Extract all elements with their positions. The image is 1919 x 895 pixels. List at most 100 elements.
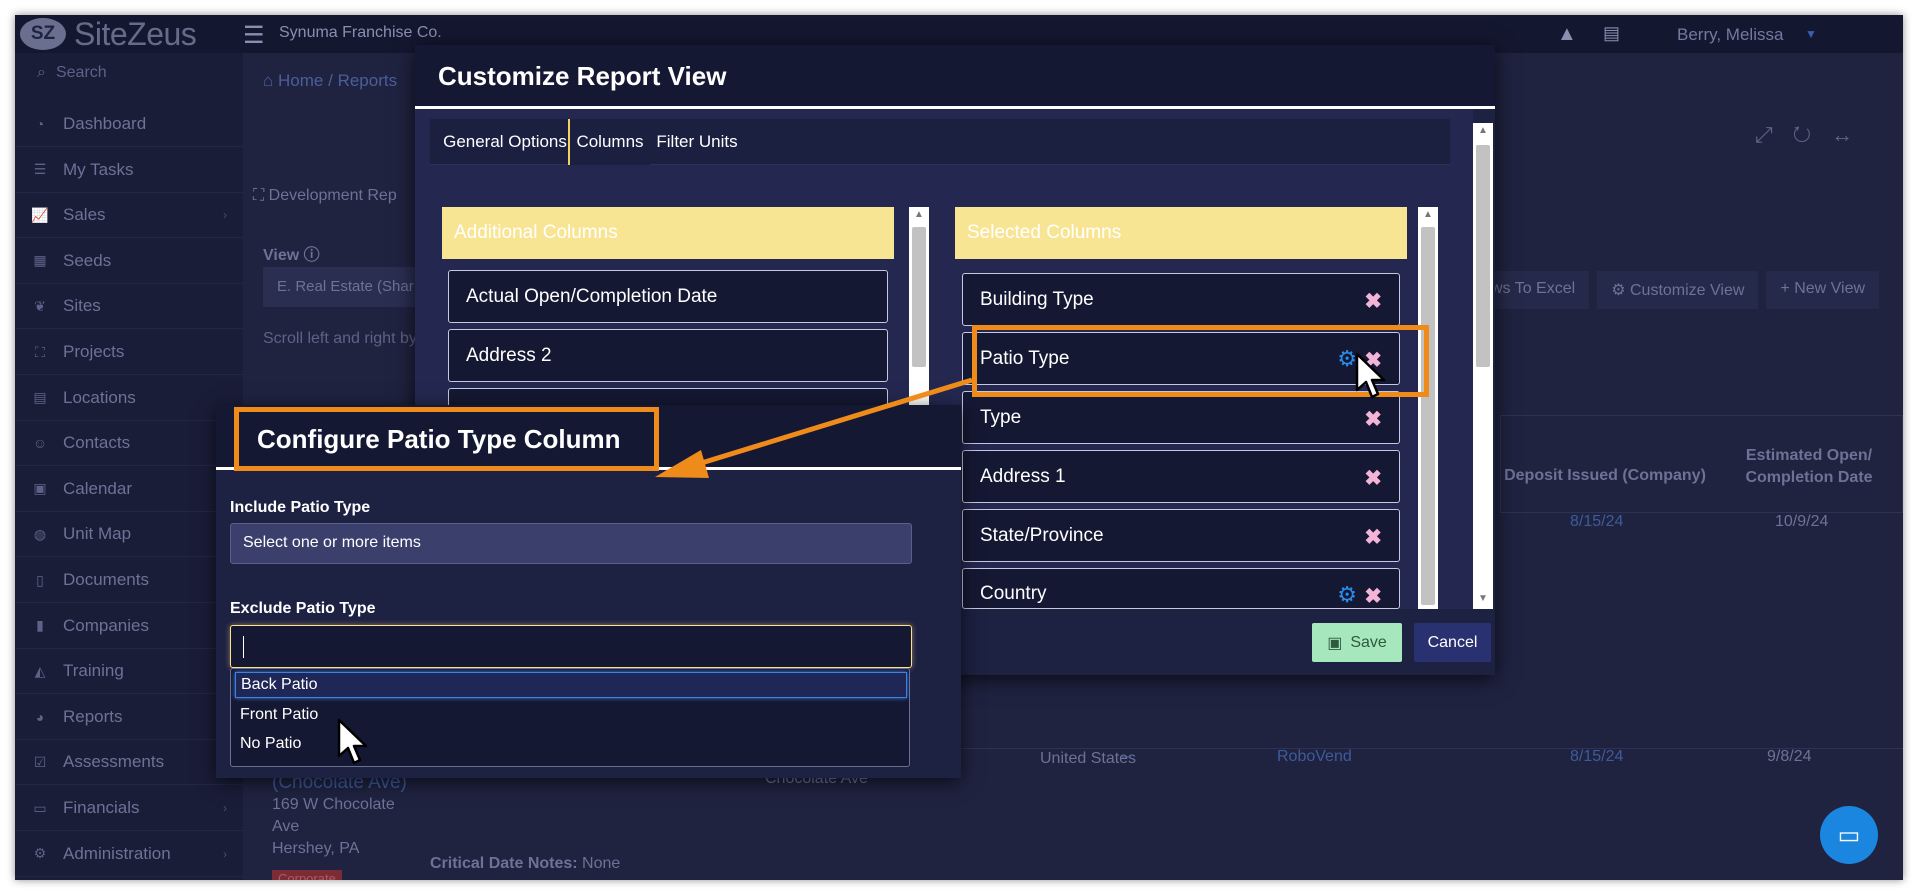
- sidebar-item-label: Reports: [63, 706, 123, 726]
- chat-bubble-button[interactable]: ▭: [1820, 806, 1878, 864]
- info-icon[interactable]: ⓘ: [304, 247, 320, 264]
- exclude-multiselect[interactable]: [230, 625, 912, 668]
- breadcrumb-separator: /: [328, 71, 333, 90]
- scroll-up-icon[interactable]: ▲: [1422, 209, 1434, 220]
- floppy-disk-icon: ▣: [1327, 634, 1343, 652]
- remove-icon[interactable]: ✖: [1364, 407, 1382, 432]
- sidebar-item-my-tasks[interactable]: ☰ My Tasks: [15, 148, 243, 193]
- tab-general-options[interactable]: General Options: [442, 119, 568, 165]
- gear-icon: ⚙: [1611, 282, 1630, 299]
- dashboard-icon: ◔: [35, 116, 45, 132]
- selected-columns-scrollbar[interactable]: ▲: [1418, 207, 1438, 609]
- breadcrumb-reports[interactable]: Reports: [338, 71, 398, 90]
- sidebar-item-projects[interactable]: ⛶ Projects: [15, 330, 243, 375]
- column-header-estimated-open[interactable]: Estimated Open/ Completion Date: [1715, 445, 1903, 489]
- customize-view-button[interactable]: ⚙ Customize View: [1597, 271, 1759, 309]
- sidebar-item-financials[interactable]: ▭ Financials ›: [15, 786, 243, 831]
- remove-icon[interactable]: ✖: [1364, 525, 1382, 550]
- calendar-icon: ▣: [33, 480, 47, 497]
- modal-scrollbar[interactable]: ▲ ▼: [1473, 123, 1493, 609]
- user-name[interactable]: Berry, Melissa: [1677, 25, 1783, 45]
- sidebar-item-locations[interactable]: ▤ Locations: [15, 376, 243, 421]
- scroll-thumb[interactable]: [1421, 227, 1435, 605]
- sidebar-item-label: Sales: [63, 205, 106, 225]
- save-label: Save: [1350, 633, 1387, 651]
- scroll-thumb[interactable]: [912, 227, 926, 367]
- scroll-down-icon[interactable]: ▼: [1477, 593, 1489, 604]
- scroll-note: Scroll left and right by: [263, 330, 417, 347]
- scroll-up-icon[interactable]: ▲: [1477, 125, 1489, 136]
- selected-column-building-type[interactable]: Building Type ✖: [962, 273, 1400, 326]
- sidebar-item-administration[interactable]: ⚙ Administration ›: [15, 832, 243, 877]
- save-button[interactable]: ▣ Save: [1312, 623, 1402, 662]
- config-title: Configure Patio Type Column: [234, 407, 659, 471]
- selected-column-country[interactable]: Country ⚙ ✖: [962, 568, 1400, 609]
- cogs-icon: ⚙: [33, 845, 47, 862]
- warning-icon[interactable]: ▲: [1557, 23, 1577, 46]
- gear-icon[interactable]: ⚙: [1337, 582, 1357, 608]
- tab-columns[interactable]: Columns: [568, 119, 650, 165]
- search-icon: ⌕: [37, 64, 46, 81]
- additional-columns-header: Additional Columns: [442, 207, 894, 259]
- column-label: Address 1: [980, 465, 1066, 487]
- cancel-button[interactable]: Cancel: [1414, 623, 1491, 662]
- sidebar-item-dashboard[interactable]: ◔ Dashboard: [15, 102, 243, 147]
- critical-notes-label: Critical Date Notes:: [430, 855, 578, 872]
- sidebar-item-label: Unit Map: [63, 524, 132, 544]
- modal-tabs: General Options Columns Filter Units: [430, 119, 1450, 165]
- sidebar-item-documents[interactable]: ▯ Documents: [15, 558, 243, 603]
- option-front-patio[interactable]: Front Patio: [235, 703, 907, 729]
- table-icon[interactable]: ▤: [1603, 23, 1620, 44]
- fullscreen-icon[interactable]: ⤢: [1755, 122, 1793, 147]
- refresh-icon[interactable]: ↻: [1793, 122, 1832, 147]
- row2-vendor-link[interactable]: RoboVend: [1277, 748, 1352, 766]
- sidebar-search[interactable]: ⌕ Search: [15, 53, 243, 93]
- row2-deposit-date[interactable]: 8/15/24: [1570, 748, 1623, 766]
- modal-header: Customize Report View: [415, 45, 1495, 109]
- sidebar-item-assessments[interactable]: ☑ Assessments: [15, 740, 243, 786]
- app-logo[interactable]: SZ SiteZeus: [20, 16, 250, 52]
- hamburger-menu-icon[interactable]: ☰: [243, 21, 265, 50]
- sidebar-item-sales[interactable]: 📈 Sales ›: [15, 193, 243, 239]
- sidebar-item-reports[interactable]: ◕ Reports: [15, 695, 243, 740]
- location-address-line1: 169 W Chocolate: [272, 796, 395, 813]
- scroll-thumb[interactable]: [1476, 145, 1490, 367]
- sidebar-item-label: My Tasks: [63, 159, 134, 179]
- row1-estimated-date: 10/9/24: [1775, 513, 1829, 530]
- column-header-deposit[interactable]: Deposit Issued (Company): [1500, 467, 1710, 485]
- selected-column-state-province[interactable]: State/Province ✖: [962, 509, 1400, 562]
- new-view-button[interactable]: + New View: [1766, 271, 1880, 309]
- sidebar-item-calendar[interactable]: ▣ Calendar: [15, 467, 243, 512]
- remove-icon[interactable]: ✖: [1364, 584, 1382, 608]
- sidebar-item-companies[interactable]: ▮ Companies: [15, 604, 243, 649]
- scroll-up-icon[interactable]: ▲: [913, 209, 925, 220]
- row2-dash[interactable]: --: [1121, 748, 1132, 766]
- sidebar-item-unit-map[interactable]: ◍ Unit Map: [15, 512, 243, 558]
- selected-column-type[interactable]: Type ✖: [962, 391, 1400, 444]
- tab-filter-units[interactable]: Filter Units: [652, 119, 742, 165]
- home-icon[interactable]: ⌂: [263, 71, 273, 90]
- pie-chart-icon: ◕: [35, 708, 45, 725]
- view-select[interactable]: E. Real Estate (Shar: [263, 267, 433, 307]
- sidebar-item-seeds[interactable]: ▦ Seeds: [15, 239, 243, 284]
- building-icon: ▤: [33, 389, 47, 406]
- remove-icon[interactable]: ✖: [1364, 466, 1382, 491]
- row1-deposit-date[interactable]: 8/15/24: [1570, 513, 1623, 531]
- user-menu-caret-icon[interactable]: ▼: [1805, 27, 1817, 41]
- sidebar-item-training[interactable]: ◭ Training: [15, 649, 243, 695]
- remove-icon[interactable]: ✖: [1364, 289, 1382, 314]
- sidebar-item-contacts[interactable]: ☺ Contacts: [15, 421, 243, 467]
- include-multiselect[interactable]: Select one or more items: [230, 523, 912, 564]
- column-label: Country: [980, 583, 1047, 604]
- list-item[interactable]: Actual Open/Completion Date: [448, 270, 888, 323]
- expand-width-icon[interactable]: ↔: [1831, 122, 1873, 147]
- tasks-icon: ☰: [33, 161, 47, 178]
- option-back-patio[interactable]: Back Patio: [235, 672, 907, 698]
- report-toolbar: ws To Excel ⚙ Customize View + New View: [1477, 271, 1880, 309]
- option-no-patio[interactable]: No Patio: [235, 732, 907, 758]
- sidebar-item-label: Companies: [63, 615, 149, 635]
- breadcrumb-home[interactable]: Home: [278, 71, 323, 90]
- sidebar-item-sites[interactable]: ❦ Sites: [15, 284, 243, 330]
- list-item[interactable]: Address 2: [448, 329, 888, 382]
- selected-column-address-1[interactable]: Address 1 ✖: [962, 450, 1400, 503]
